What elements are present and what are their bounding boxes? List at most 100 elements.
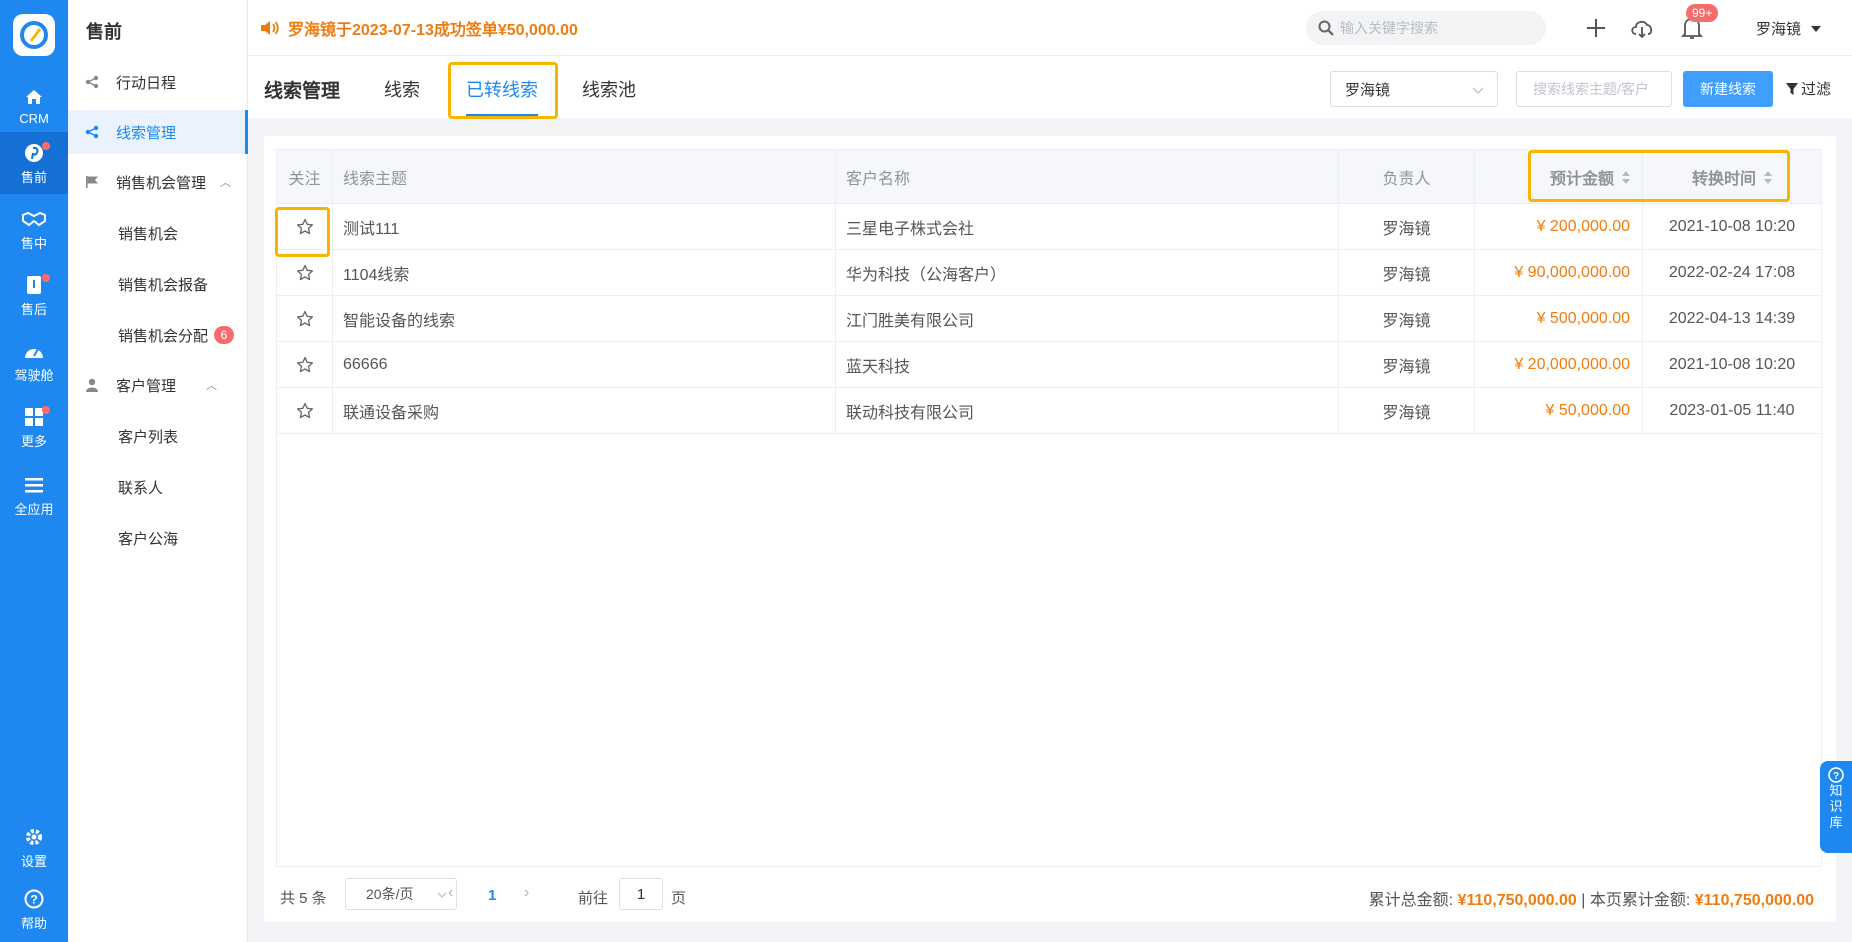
amount-cell: ¥ 90,000,000.00 (1475, 250, 1643, 295)
sidebar-item-schedule[interactable]: 行动日程 (68, 60, 248, 104)
user-menu[interactable]: 罗海镜 (1756, 18, 1822, 39)
download-button[interactable] (1628, 14, 1656, 42)
sidebar-item-label: 行动日程 (116, 74, 177, 92)
announcement-text: 罗海镜于2023-07-13成功签单¥50,000.00 (288, 22, 578, 39)
customer-cell[interactable]: 江门胜美有限公司 (836, 296, 1339, 341)
rail-item-cockpit[interactable]: 驾驶舱 (0, 330, 68, 392)
kb-char: 知 (1829, 783, 1843, 798)
global-search-input[interactable] (1340, 20, 1530, 36)
goto-page-input[interactable] (619, 878, 663, 910)
prev-page-button[interactable]: ‹ (448, 884, 453, 902)
customer-cell[interactable]: 联动科技有限公司 (836, 388, 1339, 433)
table-row[interactable]: 66666 蓝天科技 罗海镜 ¥ 20,000,000.00 2021-10-08 10… (277, 342, 1821, 388)
rail-item-settings[interactable]: 设置 (0, 816, 68, 878)
sidebar-item-contacts[interactable]: 联系人 (68, 465, 248, 509)
time-cell: 2021-10-08 10:20 (1668, 355, 1796, 373)
notification-dot (42, 406, 50, 414)
rail-item-insale[interactable]: 售中 (0, 198, 68, 260)
lead-search-input[interactable] (1516, 71, 1672, 107)
sidebar-item-customer-management[interactable]: 客户管理 ︿ (68, 363, 248, 407)
owner-select[interactable]: 罗海镜 (1330, 71, 1498, 107)
sort-icon[interactable] (1764, 170, 1772, 184)
rail-item-presale[interactable]: 售前 (0, 132, 68, 194)
active-tab-indicator (466, 114, 538, 117)
notification-dot (42, 142, 50, 150)
star-icon[interactable] (296, 218, 314, 236)
caret-down-icon (1811, 25, 1822, 32)
column-header-amount-label: 预计金额 (1549, 171, 1614, 188)
owner-cell: 罗海镜 (1339, 204, 1475, 249)
rail-label: 帮助 (20, 915, 47, 931)
sidebar-item-opportunity-management[interactable]: 销售机会管理 ︿ (68, 160, 248, 204)
sidebar-item-customer-pool[interactable]: 客户公海 (68, 516, 248, 560)
column-header-time[interactable]: 转换时间 (1643, 150, 1821, 204)
customer-cell[interactable]: 蓝天科技 (836, 342, 1339, 387)
rail-item-all-apps[interactable]: 全应用 (0, 464, 68, 526)
table-row[interactable]: 联通设备采购 联动科技有限公司 罗海镜 ¥ 50,000.00 2023-01-05 1… (277, 388, 1821, 434)
page-size-select[interactable]: 20条/页 (345, 878, 457, 910)
column-header-subject: 线索主题 (333, 150, 836, 204)
knowledge-base-tab[interactable]: ? 知 识 库 (1820, 761, 1852, 853)
sort-icon[interactable] (1622, 170, 1630, 184)
sidebar-title: 售前 (86, 22, 122, 42)
rail-label: 售后 (20, 301, 47, 317)
kb-char: 识 (1829, 799, 1843, 814)
sidebar-item-opportunity[interactable]: 销售机会 (68, 211, 248, 255)
subject-cell[interactable]: 1104线索 (333, 250, 836, 295)
global-search[interactable] (1306, 11, 1546, 45)
app-logo[interactable] (13, 14, 55, 56)
chevron-up-icon: ︿ (220, 177, 232, 189)
star-icon[interactable] (296, 356, 314, 374)
rail-label: 设置 (20, 853, 47, 869)
help-icon: ? (24, 887, 44, 911)
owner-cell: 罗海镜 (1339, 342, 1475, 387)
svg-text:?: ? (30, 892, 37, 906)
announcement[interactable]: 罗海镜于2023-07-13成功签单¥50,000.00 (260, 16, 578, 40)
subject-cell[interactable]: 智能设备的线索 (333, 296, 836, 341)
cloud-download-icon (1631, 20, 1653, 39)
owner-cell: 罗海镜 (1339, 296, 1475, 341)
amount-summary: 累计总金额: ¥110,750,000.00 | 本页累计金额: ¥110,75… (1369, 886, 1814, 910)
speaker-icon (261, 21, 279, 35)
subject-cell[interactable]: 66666 (333, 342, 836, 387)
tab-leads[interactable]: 线索 (384, 76, 420, 102)
star-icon[interactable] (296, 310, 314, 328)
amount-cell: ¥ 20,000,000.00 (1475, 342, 1643, 387)
sidebar-item-opportunity-report[interactable]: 销售机会报备 (68, 262, 248, 306)
new-lead-button[interactable]: 新建线索 (1683, 71, 1773, 107)
filter-button[interactable]: 过滤 (1786, 78, 1831, 99)
user-name: 罗海镜 (1756, 21, 1802, 38)
next-page-button[interactable]: › (524, 884, 529, 902)
owner-cell: 罗海镜 (1339, 250, 1475, 295)
table-row[interactable]: 测试111 三星电子株式会社 罗海镜 ¥ 200,000.00 2021-10-08 1… (277, 204, 1821, 250)
grid-icon (25, 405, 43, 429)
tab-lead-pool[interactable]: 线索池 (582, 76, 636, 102)
sidebar-item-customer-list[interactable]: 客户列表 (68, 414, 248, 458)
filter-label: 过滤 (1801, 81, 1832, 98)
owner-cell: 罗海镜 (1339, 388, 1475, 433)
customer-cell[interactable]: 华为科技（公海客户） (836, 250, 1339, 295)
pinterest-icon (24, 141, 44, 165)
follow-cell (277, 204, 333, 249)
subject-cell[interactable]: 联通设备采购 (333, 388, 836, 433)
time-cell: 2022-04-13 14:39 (1668, 309, 1796, 327)
rail-item-more[interactable]: 更多 (0, 396, 68, 458)
table-row[interactable]: 智能设备的线索 江门胜美有限公司 罗海镜 ¥ 500,000.00 2022-04-13… (277, 296, 1821, 342)
add-button[interactable] (1582, 14, 1610, 42)
star-icon[interactable] (296, 264, 314, 282)
sidebar-item-label: 销售机会管理 (116, 174, 207, 192)
sidebar-item-lead-management[interactable]: 线索管理 (68, 110, 248, 154)
sidebar-item-opportunity-assign[interactable]: 销售机会分配 6 (68, 313, 248, 357)
rail-item-crm[interactable]: CRM (0, 74, 68, 136)
module-sidebar: 售前 行动日程 线索管理 销售机会管理 ︿ 销售机会 销售机会报备 销售机会分配… (68, 0, 248, 942)
table-row[interactable]: 1104线索 华为科技（公海客户） 罗海镜 ¥ 90,000,000.00 2022-0… (277, 250, 1821, 296)
rail-item-help[interactable]: ? 帮助 (0, 878, 68, 940)
tab-converted-leads[interactable]: 已转线索 (466, 76, 538, 102)
total-count: 共 5 条 (280, 890, 327, 907)
page-number-current[interactable]: 1 (488, 887, 496, 904)
subject-cell[interactable]: 测试111 (333, 204, 836, 249)
rail-item-aftersale[interactable]: 售后 (0, 264, 68, 326)
customer-cell[interactable]: 三星电子株式会社 (836, 204, 1339, 249)
column-header-amount[interactable]: 预计金额 (1475, 150, 1643, 204)
star-icon[interactable] (296, 402, 314, 420)
